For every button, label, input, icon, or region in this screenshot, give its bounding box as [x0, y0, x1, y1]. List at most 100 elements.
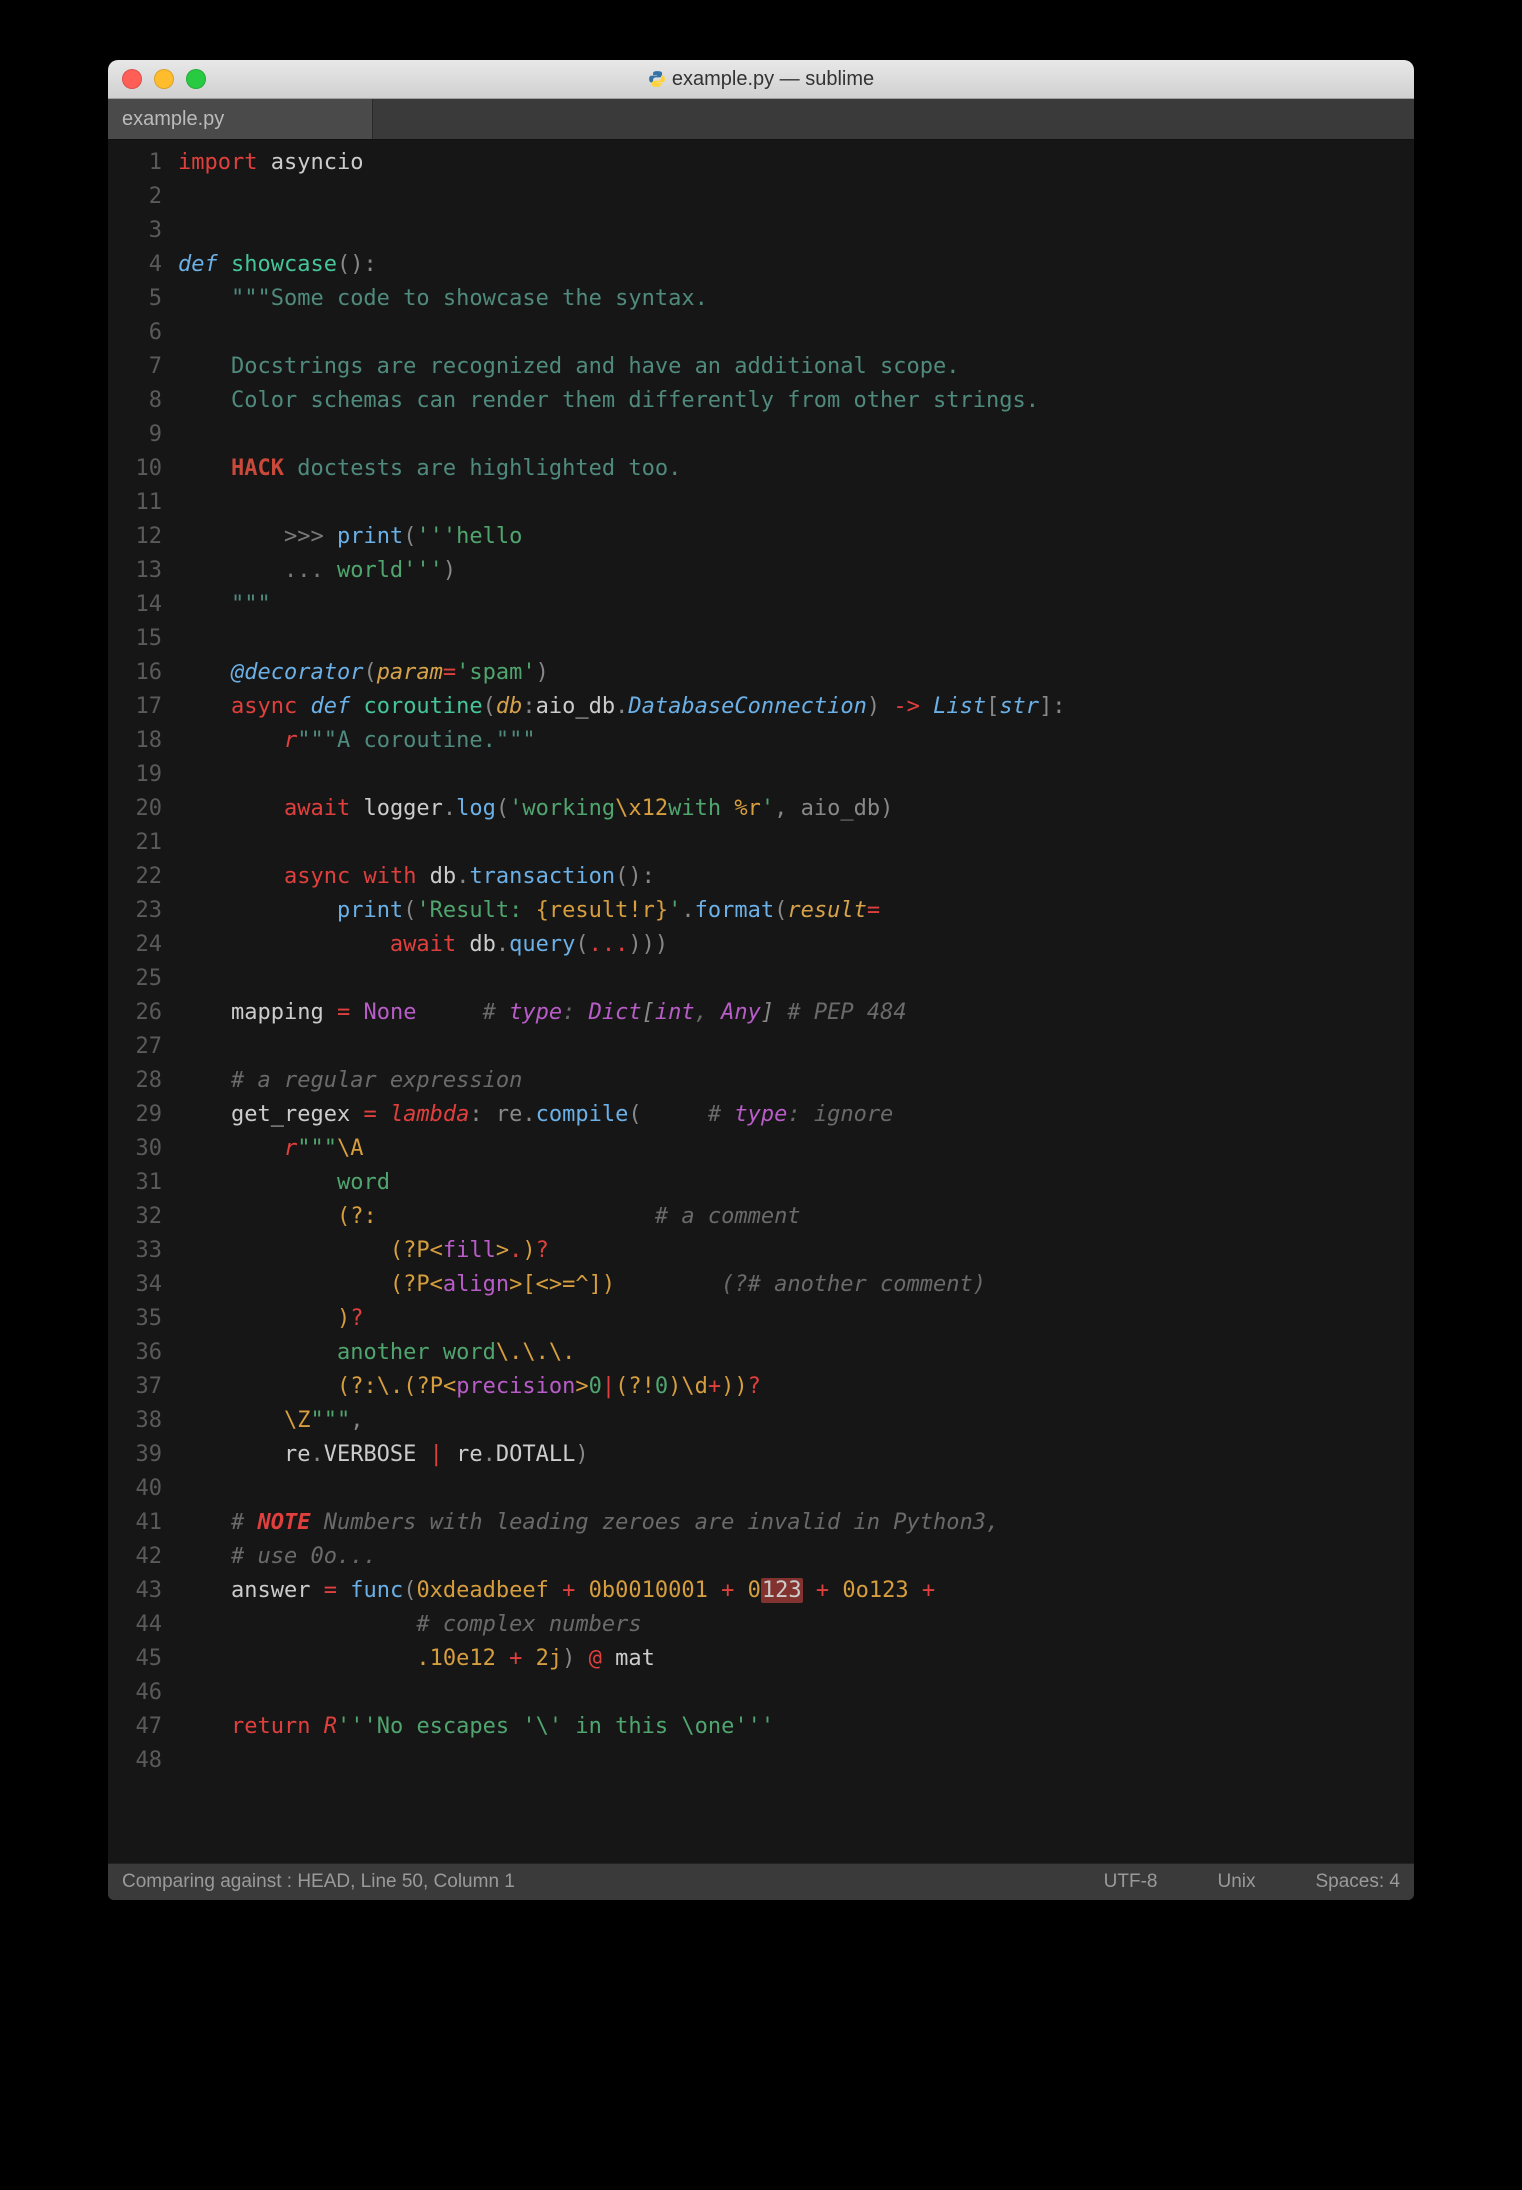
code-line: print('Result: {result!r}'.format(result… — [178, 894, 1414, 928]
line-number: 3 — [108, 214, 162, 248]
line-number: 32 — [108, 1200, 162, 1234]
code-line: import asyncio — [178, 146, 1414, 180]
code-line — [178, 486, 1414, 520]
line-number-gutter: 1234567891011121314151617181920212223242… — [108, 146, 172, 1863]
code-line: await logger.log('working\x12with %r', a… — [178, 792, 1414, 826]
minimize-icon[interactable] — [154, 69, 174, 89]
line-number: 6 — [108, 316, 162, 350]
line-number: 36 — [108, 1336, 162, 1370]
line-number: 2 — [108, 180, 162, 214]
editor-window: example.py — sublime example.py 12345678… — [108, 60, 1414, 1900]
status-bar: Comparing against : HEAD, Line 50, Colum… — [108, 1863, 1414, 1900]
code-line — [178, 962, 1414, 996]
code-line — [178, 1030, 1414, 1064]
code-line: # a regular expression — [178, 1064, 1414, 1098]
line-number: 30 — [108, 1132, 162, 1166]
status-encoding[interactable]: UTF-8 — [1104, 1871, 1158, 1893]
line-number: 1 — [108, 146, 162, 180]
line-number: 25 — [108, 962, 162, 996]
line-number: 22 — [108, 860, 162, 894]
status-line-endings[interactable]: Unix — [1217, 1871, 1255, 1893]
window-title-text: example.py — sublime — [672, 68, 874, 91]
line-number: 16 — [108, 656, 162, 690]
python-file-icon — [648, 70, 666, 88]
line-number: 7 — [108, 350, 162, 384]
line-number: 29 — [108, 1098, 162, 1132]
line-number: 15 — [108, 622, 162, 656]
line-number: 39 — [108, 1438, 162, 1472]
line-number: 38 — [108, 1404, 162, 1438]
line-number: 27 — [108, 1030, 162, 1064]
code-line — [178, 1472, 1414, 1506]
code-line: (?: # a comment — [178, 1200, 1414, 1234]
line-number: 4 — [108, 248, 162, 282]
line-number: 8 — [108, 384, 162, 418]
code-line — [178, 316, 1414, 350]
code-line: answer = func(0xdeadbeef + 0b0010001 + 0… — [178, 1574, 1414, 1608]
code-line: # use 0o... — [178, 1540, 1414, 1574]
line-number: 17 — [108, 690, 162, 724]
code-line: ... world''') — [178, 554, 1414, 588]
code-line: (?P<fill>.)? — [178, 1234, 1414, 1268]
code-line: another word\.\.\. — [178, 1336, 1414, 1370]
code-line: .10e12 + 2j) @ mat — [178, 1642, 1414, 1676]
line-number: 18 — [108, 724, 162, 758]
line-number: 12 — [108, 520, 162, 554]
code-line: get_regex = lambda: re.compile( # type: … — [178, 1098, 1414, 1132]
titlebar: example.py — sublime — [108, 60, 1414, 99]
code-line: await db.query(...))) — [178, 928, 1414, 962]
code-line: # complex numbers — [178, 1608, 1414, 1642]
tab-example-py[interactable]: example.py — [108, 99, 373, 139]
code-line: async def coroutine(db:aio_db.DatabaseCo… — [178, 690, 1414, 724]
line-number: 35 — [108, 1302, 162, 1336]
code-line: """Some code to showcase the syntax. — [178, 282, 1414, 316]
code-line — [178, 758, 1414, 792]
code-line — [178, 1744, 1414, 1778]
line-number: 37 — [108, 1370, 162, 1404]
code-line: Docstrings are recognized and have an ad… — [178, 350, 1414, 384]
line-number: 14 — [108, 588, 162, 622]
code-line: (?:\.(?P<precision>0|(?!0)\d+))? — [178, 1370, 1414, 1404]
line-number: 33 — [108, 1234, 162, 1268]
code-line: \Z""", — [178, 1404, 1414, 1438]
code-line: @decorator(param='spam') — [178, 656, 1414, 690]
line-number: 26 — [108, 996, 162, 1030]
code-line — [178, 622, 1414, 656]
code-line: >>> print('''hello — [178, 520, 1414, 554]
line-number: 21 — [108, 826, 162, 860]
code-line: async with db.transaction(): — [178, 860, 1414, 894]
line-number: 24 — [108, 928, 162, 962]
code-line: HACK doctests are highlighted too. — [178, 452, 1414, 486]
line-number: 41 — [108, 1506, 162, 1540]
line-number: 40 — [108, 1472, 162, 1506]
line-number: 42 — [108, 1540, 162, 1574]
window-controls — [122, 69, 206, 89]
code-line: )? — [178, 1302, 1414, 1336]
line-number: 20 — [108, 792, 162, 826]
code-line: return R'''No escapes '\' in this \one''… — [178, 1710, 1414, 1744]
status-indent[interactable]: Spaces: 4 — [1316, 1871, 1401, 1893]
line-number: 44 — [108, 1608, 162, 1642]
zoom-icon[interactable] — [186, 69, 206, 89]
code-line: (?P<align>[<>=^]) (?# another comment) — [178, 1268, 1414, 1302]
line-number: 46 — [108, 1676, 162, 1710]
line-number: 47 — [108, 1710, 162, 1744]
close-icon[interactable] — [122, 69, 142, 89]
line-number: 9 — [108, 418, 162, 452]
code-line — [178, 214, 1414, 248]
line-number: 11 — [108, 486, 162, 520]
line-number: 34 — [108, 1268, 162, 1302]
tab-bar: example.py — [108, 99, 1414, 140]
code-line: mapping = None # type: Dict[int, Any] # … — [178, 996, 1414, 1030]
line-number: 10 — [108, 452, 162, 486]
line-number: 13 — [108, 554, 162, 588]
code-line — [178, 826, 1414, 860]
line-number: 23 — [108, 894, 162, 928]
code-line: """ — [178, 588, 1414, 622]
code-line: r"""A coroutine.""" — [178, 724, 1414, 758]
editor-area[interactable]: 1234567891011121314151617181920212223242… — [108, 140, 1414, 1863]
code-line: # NOTE Numbers with leading zeroes are i… — [178, 1506, 1414, 1540]
code-line: r"""\A — [178, 1132, 1414, 1166]
code-line — [178, 1676, 1414, 1710]
code-content[interactable]: import asyncio def showcase(): """Some c… — [172, 146, 1414, 1863]
